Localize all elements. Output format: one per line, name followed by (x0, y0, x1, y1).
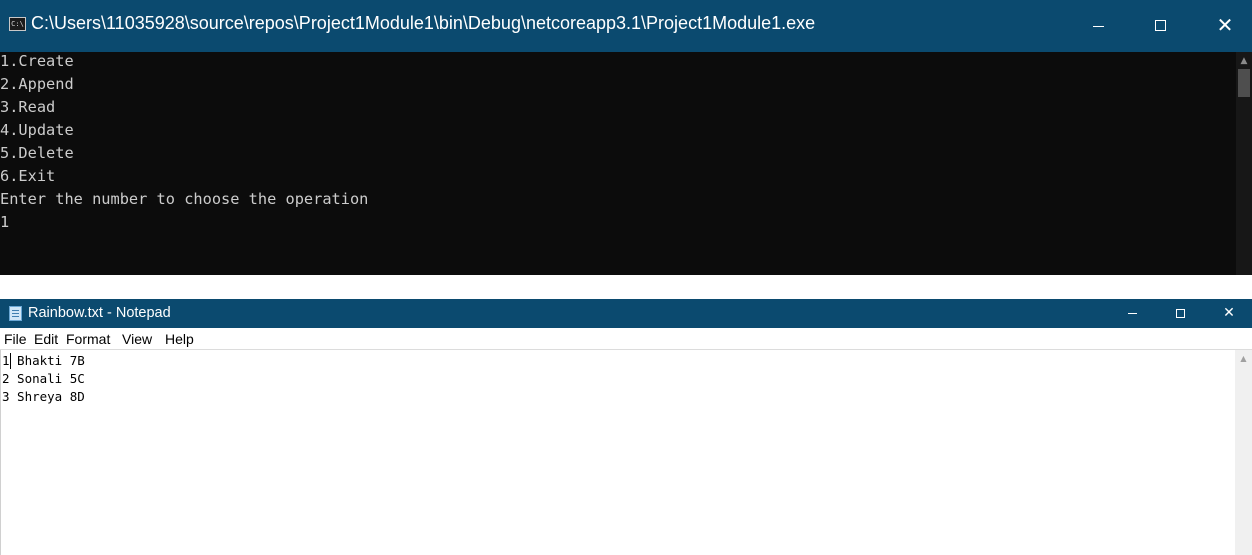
notepad-icon-line (12, 313, 19, 314)
notepad-icon-line (12, 310, 19, 311)
console-close-button[interactable]: ✕ (1198, 0, 1252, 52)
console-app-icon: C:\ (9, 17, 26, 31)
console-scroll-thumb[interactable] (1238, 69, 1250, 97)
console-titlebar[interactable]: C:\ C:\Users\11035928\source\repos\Proje… (0, 0, 1252, 52)
console-line: 5.Delete (0, 144, 74, 162)
notepad-close-button[interactable]: ✕ (1206, 299, 1252, 328)
menu-help[interactable]: Help (165, 330, 194, 348)
console-window: C:\ C:\Users\11035928\source\repos\Proje… (0, 0, 1252, 275)
menu-format[interactable]: Format (66, 330, 110, 348)
console-line: 3.Read (0, 98, 56, 116)
notepad-menubar: File Edit Format View Help (0, 328, 1252, 349)
console-scrollbar[interactable]: ▲ (1236, 52, 1252, 275)
console-prompt: Enter the number to choose the operation (0, 190, 369, 208)
maximize-icon (1176, 309, 1185, 318)
console-input-echo: 1 (0, 213, 10, 231)
console-output[interactable]: 1.Create 2.Append 3.Read 4.Update 5.Dele… (0, 52, 1235, 275)
console-maximize-button[interactable] (1136, 0, 1188, 52)
chevron-up-icon[interactable]: ▲ (1236, 54, 1252, 68)
notepad-minimize-button[interactable] (1110, 299, 1156, 328)
notepad-maximize-button[interactable] (1158, 299, 1204, 328)
console-minimize-button[interactable] (1072, 0, 1124, 52)
notepad-icon-line (12, 316, 19, 317)
chevron-up-icon[interactable]: ▲ (1235, 350, 1252, 367)
maximize-icon (1155, 20, 1166, 31)
console-line: 2.Append (0, 75, 74, 93)
console-line: 1.Create (0, 52, 74, 70)
close-icon: ✕ (1216, 13, 1234, 37)
menu-view[interactable]: View (122, 330, 152, 348)
editor-line: 1 Bhakti 7B (2, 353, 85, 368)
menu-file[interactable]: File (4, 330, 27, 348)
close-icon: ✕ (1223, 305, 1235, 321)
editor-line: 3 Shreya 8D (2, 389, 85, 404)
notepad-app-icon (9, 306, 22, 321)
console-line: 6.Exit (0, 167, 56, 185)
console-line: 4.Update (0, 121, 74, 139)
text-caret (10, 353, 11, 369)
notepad-window: Rainbow.txt - Notepad ✕ File Edit Format… (0, 299, 1252, 555)
notepad-scrollbar[interactable]: ▲ (1235, 350, 1252, 555)
menu-edit[interactable]: Edit (34, 330, 58, 348)
console-title: C:\Users\11035928\source\repos\Project1M… (31, 13, 816, 33)
editor-left-border (0, 350, 1, 555)
editor-line: 2 Sonali 5C (2, 371, 85, 386)
notepad-title: Rainbow.txt - Notepad (28, 305, 171, 321)
minimize-icon (1093, 26, 1104, 27)
notepad-text-area[interactable]: 1 Bhakti 7B 2 Sonali 5C 3 Shreya 8D ▲ (0, 349, 1252, 555)
minimize-icon (1128, 313, 1137, 314)
notepad-titlebar[interactable]: Rainbow.txt - Notepad ✕ (0, 299, 1252, 328)
